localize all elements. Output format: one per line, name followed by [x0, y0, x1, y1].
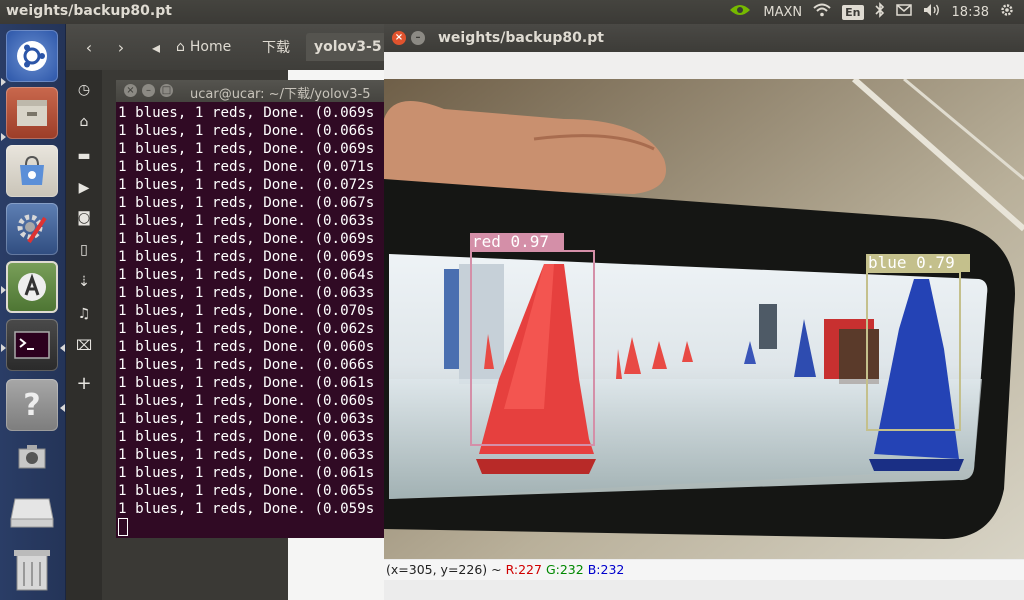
- trash-folder-icon[interactable]: ⌧: [76, 338, 92, 354]
- terminal-line: 1 blues, 1 reds, Done. (0.061s: [118, 375, 375, 391]
- ubuntu-dash-icon[interactable]: [6, 30, 58, 82]
- terminal-titlebar[interactable]: × – □ ucar@ucar: ~/下载/yolov3-5: [116, 80, 390, 102]
- file-manager-sidebar: ◷ ⌂ ▬ ▶ ◙ ▯ ⇣ ♫ ⌧ +: [66, 70, 102, 600]
- mail-icon[interactable]: [895, 4, 912, 20]
- launcher: ?: [0, 24, 66, 600]
- top-panel: weights/backup80.pt MAXN En 18:38: [0, 0, 1024, 24]
- music-icon[interactable]: ♫: [76, 306, 92, 322]
- image-viewer-toolbar: [384, 52, 1024, 79]
- terminal-line: 1 blues, 1 reds, Done. (0.070s: [118, 303, 375, 319]
- documents-icon[interactable]: ▯: [76, 242, 92, 258]
- camera-frame[interactable]: red 0.97 blue 0.79: [384, 79, 1024, 559]
- terminal-icon[interactable]: [6, 319, 58, 371]
- back-button[interactable]: ‹: [74, 33, 104, 61]
- folder-icon[interactable]: ▬: [76, 148, 92, 164]
- close-button[interactable]: ×: [392, 31, 406, 45]
- crumb-scroll-left-button[interactable]: ◂: [146, 33, 166, 61]
- files-icon[interactable]: [6, 87, 58, 139]
- launcher-running-pip: [1, 78, 6, 86]
- help-icon[interactable]: ?: [6, 379, 58, 431]
- crumb-home-label: Home: [189, 39, 232, 55]
- cursor-coords: (x=305, y=226) ~: [386, 562, 502, 577]
- active-window-title: weights/backup80.pt: [6, 3, 172, 19]
- home-icon: ⌂: [176, 39, 185, 55]
- terminal-window[interactable]: × – □ ucar@ucar: ~/下载/yolov3-5 1 blues, …: [116, 80, 390, 538]
- settings-icon[interactable]: [6, 203, 58, 255]
- terminal-line: 1 blues, 1 reds, Done. (0.063s: [118, 285, 375, 301]
- minimize-button[interactable]: –: [411, 31, 425, 45]
- terminal-line: 1 blues, 1 reds, Done. (0.063s: [118, 429, 375, 445]
- recent-icon[interactable]: ◷: [76, 82, 92, 98]
- launcher-focus-pip: [60, 344, 65, 352]
- terminal-line: 1 blues, 1 reds, Done. (0.069s: [118, 141, 375, 157]
- clock[interactable]: 18:38: [952, 5, 989, 20]
- forward-button[interactable]: ›: [106, 33, 136, 61]
- terminal-close-button[interactable]: ×: [124, 84, 137, 97]
- terminal-minimize-button[interactable]: –: [142, 84, 155, 97]
- terminal-line: 1 blues, 1 reds, Done. (0.064s: [118, 267, 375, 283]
- red-channel-value: R:227: [505, 562, 542, 577]
- terminal-line: 1 blues, 1 reds, Done. (0.071s: [118, 159, 375, 175]
- terminal-line: 1 blues, 1 reds, Done. (0.061s: [118, 465, 375, 481]
- system-tray: MAXN En 18:38: [728, 0, 1014, 24]
- trash-icon[interactable]: [6, 544, 58, 596]
- camera-frame-image: [384, 79, 1024, 559]
- nvidia-icon[interactable]: [728, 2, 752, 22]
- terminal-line: 1 blues, 1 reds, Done. (0.066s: [118, 357, 375, 373]
- terminal-line: 1 blues, 1 reds, Done. (0.072s: [118, 177, 375, 193]
- terminal-cursor: [118, 518, 128, 536]
- image-viewer-window: × – weights/backup80.pt red 0.97 blue 0.…: [384, 24, 1024, 600]
- launcher-running-pip: [1, 133, 6, 141]
- bluetooth-icon[interactable]: [874, 2, 885, 22]
- terminal-line: 1 blues, 1 reds, Done. (0.060s: [118, 393, 375, 409]
- terminal-line: 1 blues, 1 reds, Done. (0.069s: [118, 249, 375, 265]
- pictures-icon[interactable]: ◙: [76, 210, 92, 226]
- crumb-folder[interactable]: yolov3-5: [306, 33, 390, 61]
- blue-detection-label: blue 0.79: [868, 253, 955, 272]
- pixel-status-bar: (x=305, y=226) ~ R:227 G:232 B:232: [384, 560, 1024, 580]
- terminal-line: 1 blues, 1 reds, Done. (0.062s: [118, 321, 375, 337]
- terminal-output[interactable]: 1 blues, 1 reds, Done. (0.069s 1 blues, 1…: [118, 104, 374, 538]
- volume-icon[interactable]: [923, 3, 941, 21]
- terminal-title: ucar@ucar: ~/下载/yolov3-5: [190, 87, 371, 102]
- power-mode-label[interactable]: MAXN: [763, 5, 802, 20]
- terminal-line: 1 blues, 1 reds, Done. (0.063s: [118, 411, 375, 427]
- terminal-line: 1 blues, 1 reds, Done. (0.069s: [118, 105, 375, 121]
- terminal-line: 1 blues, 1 reds, Done. (0.059s: [118, 501, 375, 517]
- drive-icon[interactable]: [6, 486, 58, 538]
- image-viewer-titlebar[interactable]: × – weights/backup80.pt: [384, 24, 1024, 52]
- file-manager-toolbar: ‹ › ◂ ⌂ Home 下载 yolov3-5: [66, 24, 396, 70]
- terminal-line: 1 blues, 1 reds, Done. (0.060s: [118, 339, 375, 355]
- green-channel-value: G:232: [545, 562, 584, 577]
- terminal-line: 1 blues, 1 reds, Done. (0.063s: [118, 447, 375, 463]
- wifi-icon[interactable]: [813, 3, 831, 21]
- downloads-icon[interactable]: ⇣: [76, 274, 92, 290]
- red-detection-label: red 0.97: [472, 232, 550, 251]
- terminal-line: 1 blues, 1 reds, Done. (0.065s: [118, 483, 375, 499]
- crumb-home[interactable]: ⌂ Home: [168, 33, 239, 61]
- launcher-running-pip: [1, 286, 6, 294]
- blue-channel-value: B:232: [587, 562, 625, 577]
- videos-icon[interactable]: ▶: [76, 180, 92, 196]
- software-center-icon[interactable]: [6, 145, 58, 197]
- terminal-prompt[interactable]: [118, 518, 374, 538]
- terminal-line: 1 blues, 1 reds, Done. (0.063s: [118, 213, 375, 229]
- home-folder-icon[interactable]: ⌂: [76, 114, 92, 130]
- terminal-line: 1 blues, 1 reds, Done. (0.066s: [118, 123, 375, 139]
- keyboard-layout-indicator[interactable]: En: [842, 4, 864, 20]
- crumb-download[interactable]: 下载: [254, 33, 298, 61]
- image-viewer-title: weights/backup80.pt: [438, 30, 604, 46]
- add-location-icon[interactable]: +: [76, 375, 92, 393]
- screenshot-icon[interactable]: [6, 437, 58, 477]
- terminal-line: 1 blues, 1 reds, Done. (0.069s: [118, 231, 375, 247]
- launcher-running-pip: [1, 344, 6, 352]
- terminal-line: 1 blues, 1 reds, Done. (0.067s: [118, 195, 375, 211]
- updater-icon[interactable]: [6, 261, 58, 313]
- launcher-focus-pip: [60, 404, 65, 412]
- power-gear-icon[interactable]: [1000, 3, 1014, 21]
- terminal-maximize-button[interactable]: □: [160, 84, 173, 97]
